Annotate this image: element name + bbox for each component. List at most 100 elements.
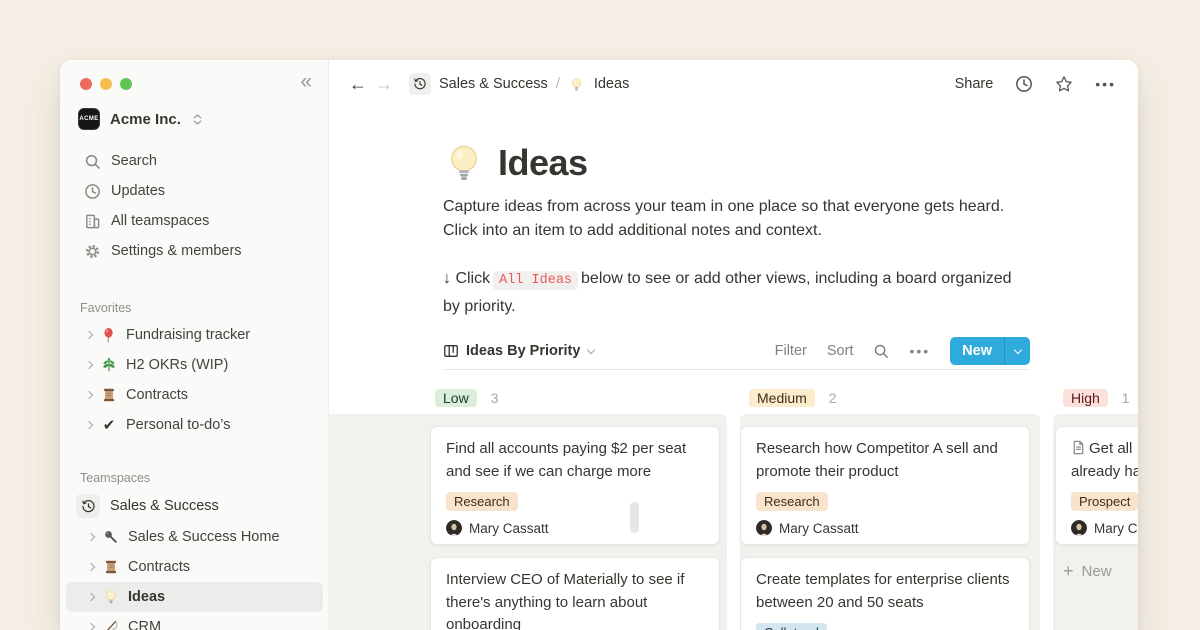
board-card[interactable]: Find all accounts paying $2 per seat and…	[430, 426, 720, 545]
more-options-icon[interactable]: •••	[909, 343, 930, 359]
star-icon[interactable]	[1055, 75, 1073, 93]
favorites-section: Favorites Fundraising tracker H2 OKRs (W…	[60, 296, 329, 440]
card-tag: Prospect	[1071, 492, 1138, 511]
sidebar-item-label: Contracts	[128, 559, 190, 575]
card-tag: Research	[446, 492, 518, 511]
sidebar-menu: Search Updates All teamspaces Settings &…	[60, 146, 329, 266]
chevron-down-icon	[1013, 345, 1021, 353]
callout-text[interactable]: ↓ ClickAll Ideasbelow to see or add othe…	[443, 265, 1030, 321]
board-card[interactable]: Get all already ha Prospect Mary C	[1055, 426, 1138, 545]
sidebar-item-all-teamspaces[interactable]: All teamspaces	[60, 206, 329, 236]
workspace-logo: ACME	[78, 108, 100, 130]
board-card[interactable]: Interview CEO of Materially to see if th…	[430, 557, 720, 630]
close-window-button[interactable]	[80, 78, 92, 90]
window-controls	[80, 78, 132, 90]
topbar: ← → Sales & Success / Ideas Share •••	[329, 60, 1138, 108]
callout-prefix: ↓ Click	[443, 270, 490, 287]
sidebar-item-label: Search	[111, 153, 157, 169]
desktop-background: « ACME Acme Inc. Search Updates All team…	[0, 0, 1200, 630]
inline-code-chip: All Ideas	[493, 271, 578, 290]
add-card-button[interactable]: + New	[1063, 562, 1112, 580]
board-card[interactable]: Create templates for enterprise clients …	[740, 557, 1030, 630]
card-assignee: Mary Cassatt	[756, 520, 1014, 536]
chevron-right-icon[interactable]	[87, 593, 95, 601]
search-icon	[84, 153, 101, 170]
sidebar-item-label: Contracts	[126, 387, 188, 403]
page-description[interactable]: Capture ideas from across your team in o…	[443, 195, 1030, 243]
chevron-right-icon[interactable]	[85, 391, 93, 399]
chevron-right-icon[interactable]	[85, 421, 93, 429]
view-name[interactable]: Ideas By Priority	[466, 343, 580, 359]
sidebar-item-search[interactable]: Search	[60, 146, 329, 176]
sidebar-collapse-icon[interactable]: «	[300, 70, 312, 94]
favorites-label: Favorites	[60, 296, 329, 320]
chevron-down-icon[interactable]	[587, 345, 595, 353]
card-title: Research how Competitor A sell and promo…	[756, 438, 1014, 483]
chevron-right-icon[interactable]	[87, 533, 95, 541]
lightbulb-icon	[102, 588, 120, 606]
board-card[interactable]: Research how Competitor A sell and promo…	[740, 426, 1030, 545]
teamspaces-label: Teamspaces	[60, 466, 329, 490]
card-tag: Research	[756, 492, 828, 511]
more-options-icon[interactable]: •••	[1095, 76, 1116, 92]
sidebar-item-h2-okrs[interactable]: H2 OKRs (WIP)	[60, 350, 329, 380]
sidebar-item-ideas[interactable]: Ideas	[66, 582, 323, 612]
column-header-medium[interactable]: Medium 2	[749, 389, 837, 407]
column-header-low[interactable]: Low 3	[435, 389, 498, 407]
breadcrumb-page[interactable]: Ideas	[594, 76, 629, 92]
new-button-dropdown[interactable]	[1004, 337, 1030, 365]
sidebar-item-crm[interactable]: CRM	[60, 612, 329, 630]
page-title[interactable]: Ideas	[498, 142, 588, 184]
chevron-right-icon[interactable]	[87, 623, 95, 630]
forward-arrow-icon[interactable]: →	[375, 75, 393, 93]
chevron-updown-icon	[191, 113, 204, 126]
breadcrumb-teamspace[interactable]: Sales & Success	[439, 76, 548, 92]
sidebar: « ACME Acme Inc. Search Updates All team…	[60, 60, 329, 630]
history-icon[interactable]	[409, 73, 431, 95]
add-card-label: New	[1082, 563, 1112, 580]
sidebar-item-label: Updates	[111, 183, 165, 199]
avatar	[1071, 520, 1087, 536]
minimize-window-button[interactable]	[100, 78, 112, 90]
assignee-name: Mary Cassatt	[779, 521, 859, 536]
lightbulb-icon[interactable]	[443, 142, 485, 184]
column-header-high[interactable]: High 1	[1063, 389, 1130, 407]
clock-icon	[84, 183, 101, 200]
scroll-icon	[102, 558, 120, 576]
sidebar-item-settings[interactable]: Settings & members	[60, 236, 329, 266]
chevron-right-icon[interactable]	[87, 563, 95, 571]
back-arrow-icon[interactable]: ←	[349, 75, 367, 93]
sidebar-item-sales-success-home[interactable]: Sales & Success Home	[60, 522, 329, 552]
search-icon[interactable]	[873, 343, 889, 359]
sidebar-item-label: Personal to-do’s	[126, 417, 231, 433]
chevron-right-icon[interactable]	[85, 331, 93, 339]
zoom-window-button[interactable]	[120, 78, 132, 90]
document-icon	[1071, 440, 1086, 455]
clock-icon[interactable]	[1015, 75, 1033, 93]
sidebar-item-sales-success[interactable]: Sales & Success	[60, 490, 329, 522]
scrollbar-thumb[interactable]	[630, 502, 639, 533]
sidebar-item-personal-todos[interactable]: ✔ Personal to-do’s	[60, 410, 329, 440]
gear-icon	[84, 243, 101, 260]
sidebar-item-fundraising-tracker[interactable]: Fundraising tracker	[60, 320, 329, 350]
sidebar-item-updates[interactable]: Updates	[60, 176, 329, 206]
plus-icon: +	[1063, 562, 1074, 580]
assignee-name: Mary C	[1094, 521, 1138, 536]
card-title: Create templates for enterprise clients …	[756, 569, 1014, 614]
balloon-icon	[100, 326, 118, 344]
breadcrumb-separator: /	[556, 76, 560, 92]
sort-button[interactable]: Sort	[827, 343, 854, 359]
column-count: 2	[829, 390, 837, 406]
chevron-right-icon[interactable]	[85, 361, 93, 369]
new-button[interactable]: New	[950, 337, 1030, 365]
workspace-switcher[interactable]: ACME Acme Inc.	[74, 104, 314, 134]
sidebar-item-label: H2 OKRs (WIP)	[126, 357, 228, 373]
filter-button[interactable]: Filter	[775, 343, 807, 359]
card-title: Get all already ha	[1071, 438, 1138, 483]
page-title-row: Ideas	[443, 142, 1030, 184]
share-button[interactable]: Share	[955, 76, 994, 92]
sidebar-item-label: All teamspaces	[111, 213, 209, 229]
sidebar-item-contracts-fav[interactable]: Contracts	[60, 380, 329, 410]
sidebar-item-label: CRM	[128, 619, 161, 630]
sidebar-item-contracts-teamspace[interactable]: Contracts	[60, 552, 329, 582]
